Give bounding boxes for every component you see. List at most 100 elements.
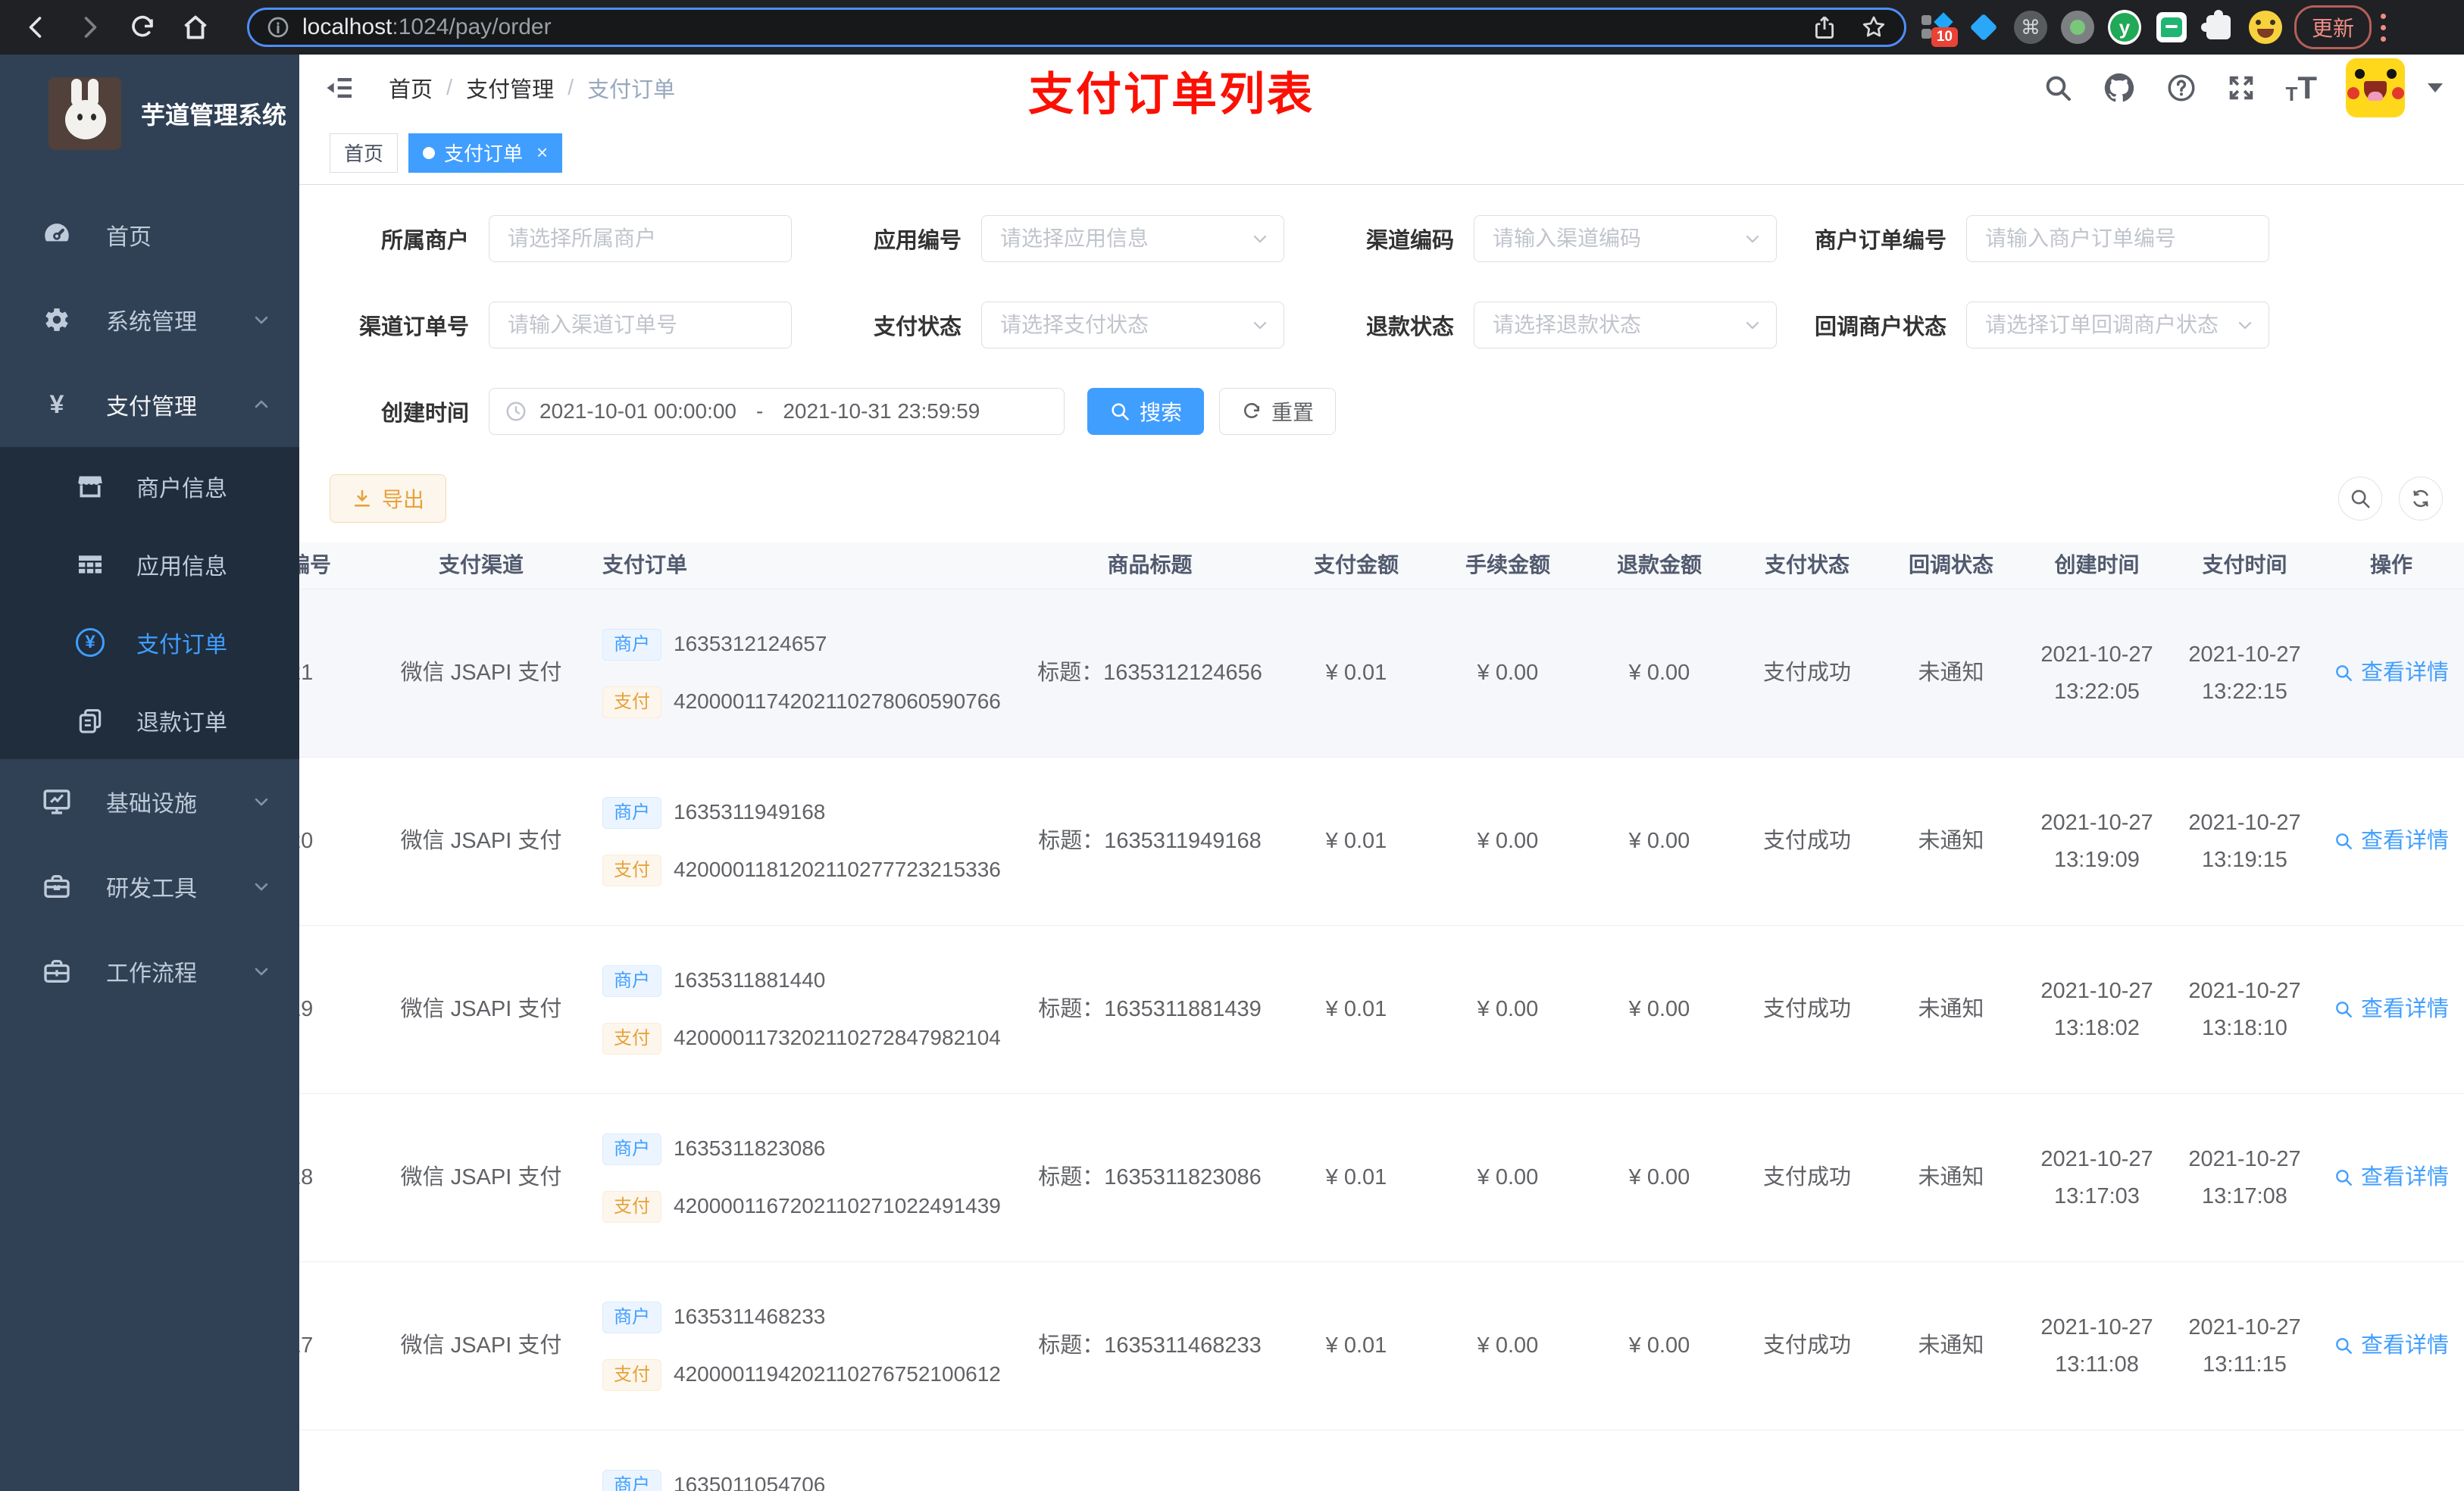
sidebar-item-home[interactable]: 首页	[0, 192, 299, 277]
channel-order-no-input[interactable]	[489, 302, 792, 349]
merchant-select-input[interactable]	[489, 215, 792, 262]
chevron-down-icon	[251, 876, 272, 897]
merchant-tag: 商户	[602, 964, 661, 997]
sidebar: 芋道管理系统 首页 系统管理 ¥ 支付管理 商户信息 应用信息 ¥ 支付订单 退…	[0, 55, 299, 1491]
pay-tag: 支付	[602, 686, 661, 718]
monitor-icon	[39, 786, 74, 817]
browser-reload-icon[interactable]	[124, 9, 161, 45]
extensions-puzzle-icon[interactable]	[2201, 10, 2235, 44]
merchant-order-no: 1635311823086	[674, 1136, 826, 1161]
reset-button[interactable]: 重置	[1219, 388, 1337, 435]
export-button[interactable]: 导出	[330, 474, 447, 523]
pay-circle-icon: ¥	[73, 627, 108, 657]
cell-create-time: 2021-10-27 13:18:02	[2040, 979, 2153, 1040]
document-copy-icon	[73, 706, 108, 735]
tab-home[interactable]: 首页	[330, 133, 399, 173]
merchant-order-no: 1635011054706	[674, 1473, 826, 1491]
app-select-input[interactable]	[981, 215, 1284, 262]
sidebar-item-merchant-info[interactable]: 商户信息	[0, 447, 299, 525]
chevron-down-icon	[251, 961, 272, 982]
merchant-tag: 商户	[602, 796, 661, 829]
search-icon[interactable]	[2043, 73, 2073, 103]
cell-pay-order: 商户 1635311823086 支付 4200001167202110271022…	[595, 1133, 1019, 1223]
cell-pay-time: 2021-10-27 13:18:10	[2188, 979, 2301, 1040]
address-bar[interactable]: localhost:1024/pay/order	[247, 8, 1906, 47]
font-size-icon[interactable]: TT	[2285, 70, 2317, 106]
clock-icon	[505, 400, 527, 423]
sidebar-item-refund-order[interactable]: 退款订单	[0, 681, 299, 759]
view-details-link[interactable]: 查看详情	[2334, 1330, 2449, 1361]
sidebar-item-pay-order[interactable]: ¥ 支付订单	[0, 603, 299, 681]
shop-icon	[73, 471, 108, 502]
profile-emoji-icon[interactable]	[2249, 11, 2282, 44]
cell-refund: ¥ 0.00	[1628, 661, 1690, 686]
sidebar-item-app-info[interactable]: 应用信息	[0, 525, 299, 603]
avatar[interactable]	[2346, 58, 2405, 117]
cell-status: 支付成功	[1762, 661, 1851, 686]
app-logo-row[interactable]: 芋道管理系统	[0, 55, 299, 158]
fullscreen-icon[interactable]	[2226, 73, 2256, 103]
browser-back-icon[interactable]	[18, 9, 55, 45]
extension-grid-icon[interactable]: 10	[1920, 11, 1958, 47]
extension-gem-icon[interactable]	[1967, 11, 2000, 44]
browser-forward-icon[interactable]	[71, 9, 108, 45]
sidebar-item-devtools[interactable]: 研发工具	[0, 844, 299, 929]
merchant-order-no: 1635311468233	[674, 1305, 826, 1329]
cell-id: 21	[299, 661, 314, 686]
merchant-order-no-input[interactable]	[1966, 215, 2269, 262]
browser-home-icon[interactable]	[177, 9, 214, 45]
avatar-caret-icon[interactable]	[2428, 83, 2443, 92]
extension-v-icon[interactable]: y	[2108, 10, 2141, 45]
notify-status-select[interactable]	[1966, 302, 2269, 349]
browser-update-button[interactable]: 更新	[2294, 5, 2372, 49]
refresh-icon[interactable]	[2399, 477, 2443, 520]
create-time-range-picker[interactable]: 2021-10-01 00:00:00 - 2021-10-31 23:59:5…	[489, 388, 1065, 435]
sidebar-item-label: 应用信息	[136, 554, 227, 580]
view-details-link[interactable]: 查看详情	[2334, 1161, 2449, 1193]
github-icon[interactable]	[2102, 70, 2137, 105]
breadcrumb-payment[interactable]: 支付管理	[466, 72, 554, 104]
sidebar-fold-icon[interactable]	[325, 73, 355, 103]
close-tab-icon[interactable]: ×	[536, 141, 548, 164]
search-button[interactable]: 搜索	[1087, 388, 1205, 435]
breadcrumb-home[interactable]: 首页	[389, 72, 433, 104]
view-details-link[interactable]: 查看详情	[2334, 825, 2449, 857]
tab-pay-order[interactable]: 支付订单 ×	[408, 133, 563, 173]
view-details-link[interactable]: 查看详情	[2334, 657, 2449, 689]
view-details-link[interactable]: 查看详情	[2334, 993, 2449, 1025]
cell-pay-order: 商户 1635311949168 支付 4200001181202110277723…	[595, 796, 1019, 886]
refund-status-select[interactable]	[1474, 302, 1777, 349]
cell-create-time: 2021-10-27 13:22:05	[2040, 642, 2153, 704]
extension-chat-icon[interactable]	[2155, 11, 2188, 44]
gear-icon	[39, 304, 74, 336]
toggle-search-icon[interactable]	[2338, 477, 2382, 520]
sidebar-item-infra[interactable]: 基础设施	[0, 759, 299, 844]
cell-refund: ¥ 0.00	[1628, 997, 1690, 1022]
extension-record-icon[interactable]	[2061, 11, 2094, 44]
cell-status: 支付成功	[1762, 1165, 1851, 1190]
extension-badge: 10	[1931, 27, 1958, 47]
payment-submenu: 商户信息 应用信息 ¥ 支付订单 退款订单	[0, 447, 299, 759]
channel-code-input[interactable]	[1474, 215, 1777, 262]
cell-id: 17	[299, 1333, 314, 1358]
cell-fee: ¥ 0.00	[1477, 1165, 1539, 1190]
filter-row-3: 创建时间 2021-10-01 00:00:00 - 2021-10-31 23…	[299, 388, 2464, 435]
cell-pay-order: 商户1635011054706 支付	[595, 1469, 1019, 1491]
merchant-tag: 商户	[602, 628, 661, 661]
help-icon[interactable]	[2165, 72, 2197, 104]
pay-status-select[interactable]	[981, 302, 1284, 349]
sidebar-item-system[interactable]: 系统管理	[0, 277, 299, 362]
site-info-icon[interactable]	[266, 15, 290, 39]
bookmark-star-icon[interactable]	[1860, 14, 1887, 41]
extension-command-icon[interactable]: ⌘	[2014, 11, 2047, 44]
sidebar-item-workflow[interactable]: 工作流程	[0, 929, 299, 1014]
share-icon[interactable]	[1812, 14, 1837, 40]
channel-order-no: 4200001194202110276752100612	[674, 1362, 1001, 1386]
cell-channel: 微信 JSAPI 支付	[400, 1333, 562, 1358]
browser-menu-icon[interactable]	[2381, 13, 2387, 42]
sidebar-item-payment[interactable]: ¥ 支付管理	[0, 362, 299, 447]
page-annotation: 支付订单列表	[1028, 69, 1315, 120]
table-body: 21 微信 JSAPI 支付 商户 1635312124657 支付 4200001…	[299, 589, 2464, 1491]
yen-icon: ¥	[49, 390, 64, 419]
cell-refund: ¥ 0.00	[1628, 1165, 1690, 1190]
